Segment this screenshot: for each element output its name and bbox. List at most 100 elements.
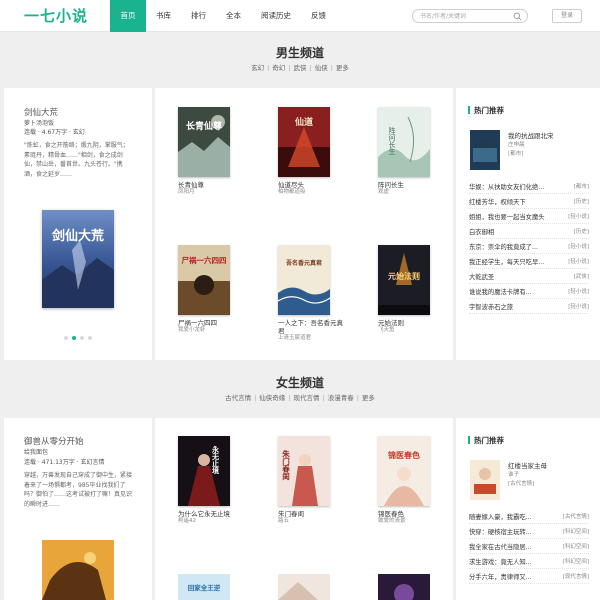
female-subcat-link[interactable]: 浪漫青春 <box>328 394 354 402</box>
main-nav: 首页 书库 排行 全本 阅读历史 反馈 <box>110 0 336 32</box>
book-cover[interactable]: 仙道 <box>278 107 330 177</box>
book-author: 凤阳月 <box>178 189 195 195</box>
svg-text:仙道: 仙道 <box>295 116 313 128</box>
book-card[interactable]: 永无止境 为什么它永无止境 柯遥42 <box>178 436 238 525</box>
book-author: 柏物都道吸 <box>278 189 306 195</box>
hot-feature-author: 庄申晨 <box>508 142 525 148</box>
male-subcat-link[interactable]: 仙侠 <box>315 64 328 72</box>
book-cover[interactable]: 尸祸一六四四 <box>178 245 230 315</box>
female-channel-title[interactable]: 女生频道 <box>0 374 600 391</box>
hot-list-item[interactable]: 我全家在古代当隐居... [科幻空间] <box>469 539 589 554</box>
featured-book-title[interactable]: 剑仙大荒 <box>24 106 58 118</box>
hot-section-title: 热门推荐 <box>468 435 504 446</box>
hot-list-item[interactable]: 求生游戏：竟无人知... [科幻空间] <box>469 554 589 569</box>
book-title[interactable]: 尸祸一六四四 <box>178 319 244 327</box>
book-title[interactable]: 一人之下：吾名香元真君 <box>278 319 344 335</box>
book-cover[interactable]: 永无止境 <box>178 436 230 506</box>
book-title[interactable]: 锦医春色 <box>378 510 444 518</box>
nav-feedback[interactable]: 反馈 <box>301 0 336 32</box>
featured-book-title[interactable]: 御兽从零分开始 <box>24 435 84 447</box>
book-card[interactable]: 阵问长生 阵问长生 观虚 <box>378 107 438 196</box>
carousel-dot[interactable] <box>64 336 68 340</box>
site-logo[interactable]: 一七小说 <box>24 5 88 26</box>
featured-cover-text: 剑仙大荒 <box>51 228 104 244</box>
featured-book-cover[interactable] <box>42 540 114 600</box>
book-card[interactable]: 元始法则 元始法则 飞天鱼 <box>378 245 438 334</box>
nav-library[interactable]: 书库 <box>146 0 181 32</box>
female-subcat-link[interactable]: 现代言情 <box>294 394 320 402</box>
nav-ranking[interactable]: 排行 <box>181 0 216 32</box>
hot-feature-cover[interactable] <box>470 460 500 500</box>
book-author: 柯遥42 <box>178 518 196 524</box>
book-card[interactable]: 锦医春色 锦医春色 致爱的清景 <box>378 436 438 525</box>
book-cover[interactable]: 锦医春色 <box>378 436 430 506</box>
login-button[interactable]: 登录 <box>552 9 582 23</box>
nav-history[interactable]: 阅读历史 <box>251 0 301 32</box>
book-author: 飞天鱼 <box>378 327 395 333</box>
hot-list-item[interactable]: 大乾武圣 [武侠] <box>469 269 589 284</box>
hot-list-item[interactable]: 东京：崇伞的我竟成了... [轻小说] <box>469 239 589 254</box>
hot-feature-title[interactable]: 我的抗战跟北宋 <box>508 130 554 140</box>
male-channel-title[interactable]: 男生频道 <box>0 44 600 61</box>
carousel-dot[interactable] <box>80 336 84 340</box>
book-card[interactable]: 朱门春闺 朱门春闺 路五 <box>278 436 338 525</box>
hot-list-item[interactable]: 分手六年，贵律师又... [现代言情] <box>469 569 589 584</box>
hot-list-item[interactable]: 谁说我的魔法卡牌有... [轻小说] <box>469 284 589 299</box>
hot-feature-author: 谁子 <box>508 472 520 478</box>
hot-list-item[interactable]: 白衣御相 [历史] <box>469 224 589 239</box>
book-card[interactable]: 仙道 仙道尽头 柏物都道吸 <box>278 107 338 196</box>
male-subcat-more[interactable]: 更多 <box>336 64 349 72</box>
svg-text:永无止境: 永无止境 <box>211 445 221 475</box>
male-hot-panel: 热门推荐 我的抗战跟北宋 庄申晨 [都市] 华娱：从扶助女友们化绝... [都市]… <box>456 88 600 360</box>
book-cover[interactable] <box>378 574 430 600</box>
female-subcat-link[interactable]: 古代言情 <box>225 394 251 402</box>
book-card[interactable]: 长青仙尊 长青仙尊 凤阳月 <box>178 107 238 196</box>
hot-list-item[interactable]: 红楼芳华，权倾天下 [历史] <box>469 194 589 209</box>
hot-list-item[interactable]: 华娱：从扶助女友们化绝... [都市] <box>469 179 589 194</box>
male-subcat-link[interactable]: 奇幻 <box>272 64 285 72</box>
book-cover[interactable]: 元始法则 <box>378 245 430 315</box>
search-box <box>412 9 528 23</box>
book-author: 路五 <box>278 518 290 524</box>
hot-list-item[interactable]: 我正经学生，每天只吃早... [轻小说] <box>469 254 589 269</box>
book-card[interactable]: 尸祸一六四四 尸祸一六四四 我爱小龙虾 <box>178 245 238 334</box>
female-subcat-more[interactable]: 更多 <box>362 394 375 402</box>
book-title[interactable]: 为什么它永无止境 <box>178 510 244 518</box>
featured-book-cover[interactable]: 剑仙大荒 <box>42 210 114 308</box>
hot-list-item[interactable]: 快穿：硬核宿主玩转... [科幻空间] <box>469 524 589 539</box>
nav-home[interactable]: 首页 <box>110 0 146 32</box>
hot-list-item[interactable]: 随妻嫁入豪，我霸吃... [古代言情] <box>469 509 589 524</box>
top-header: 一七小说 首页 书库 排行 全本 阅读历史 反馈 登录 <box>0 0 600 32</box>
female-featured-panel: 御兽从零分开始 给我面包 连载 · 471.13万字 · 玄幻言情 穿越，万兽发… <box>4 418 152 600</box>
hot-list-item[interactable]: 宇智波赤石之旅 [轻小说] <box>469 299 589 314</box>
carousel-dot[interactable] <box>88 336 92 340</box>
book-title[interactable]: 朱门春闺 <box>278 510 344 518</box>
book-cover[interactable]: 吾名香元真君 <box>278 245 330 315</box>
search-input[interactable] <box>420 11 515 22</box>
book-cover[interactable]: 回家全王逆 <box>178 574 230 600</box>
svg-text:尸祸一六四四: 尸祸一六四四 <box>182 255 227 265</box>
male-books-grid: 长青仙尊 长青仙尊 凤阳月 仙道 仙道尽头 柏物都道吸 阵问长生 阵问长生 观虚… <box>155 88 453 360</box>
hot-feature-cover[interactable] <box>470 130 500 170</box>
male-subcat-link[interactable]: 武侠 <box>294 64 307 72</box>
hot-feature-title[interactable]: 红楼当家主母 <box>508 460 547 470</box>
nav-complete[interactable]: 全本 <box>216 0 251 32</box>
featured-book-author: 萝卜汤泡饭 <box>24 120 55 127</box>
svg-text:朱门春闺: 朱门春闺 <box>281 449 290 482</box>
book-card[interactable]: 吾名香元真君 一人之下：吾名香元真君 上清玉宸道君 <box>278 245 343 342</box>
book-cover[interactable] <box>278 574 330 600</box>
carousel-dot[interactable] <box>72 336 76 340</box>
book-title[interactable]: 阵问长生 <box>378 181 444 189</box>
book-title[interactable]: 长青仙尊 <box>178 181 244 189</box>
book-cover[interactable]: 朱门春闺 <box>278 436 330 506</box>
male-subcategories: 玄幻 | 奇幻 | 武侠 | 仙侠 | 更多 <box>251 64 349 72</box>
book-title[interactable]: 元始法则 <box>378 319 444 327</box>
hot-list-item[interactable]: 姐姐，我也要一起当女魔头 [轻小说] <box>469 209 589 224</box>
book-title[interactable]: 仙道尽头 <box>278 181 344 189</box>
female-books-grid: 永无止境 为什么它永无止境 柯遥42 朱门春闺 朱门春闺 路五 锦医春色 锦医春… <box>155 418 453 600</box>
male-subcat-link[interactable]: 玄幻 <box>251 64 264 72</box>
search-icon[interactable] <box>513 12 522 21</box>
female-subcat-link[interactable]: 仙侠奇缘 <box>259 394 285 402</box>
book-cover[interactable]: 阵问长生 <box>378 107 430 177</box>
book-cover[interactable]: 长青仙尊 <box>178 107 230 177</box>
